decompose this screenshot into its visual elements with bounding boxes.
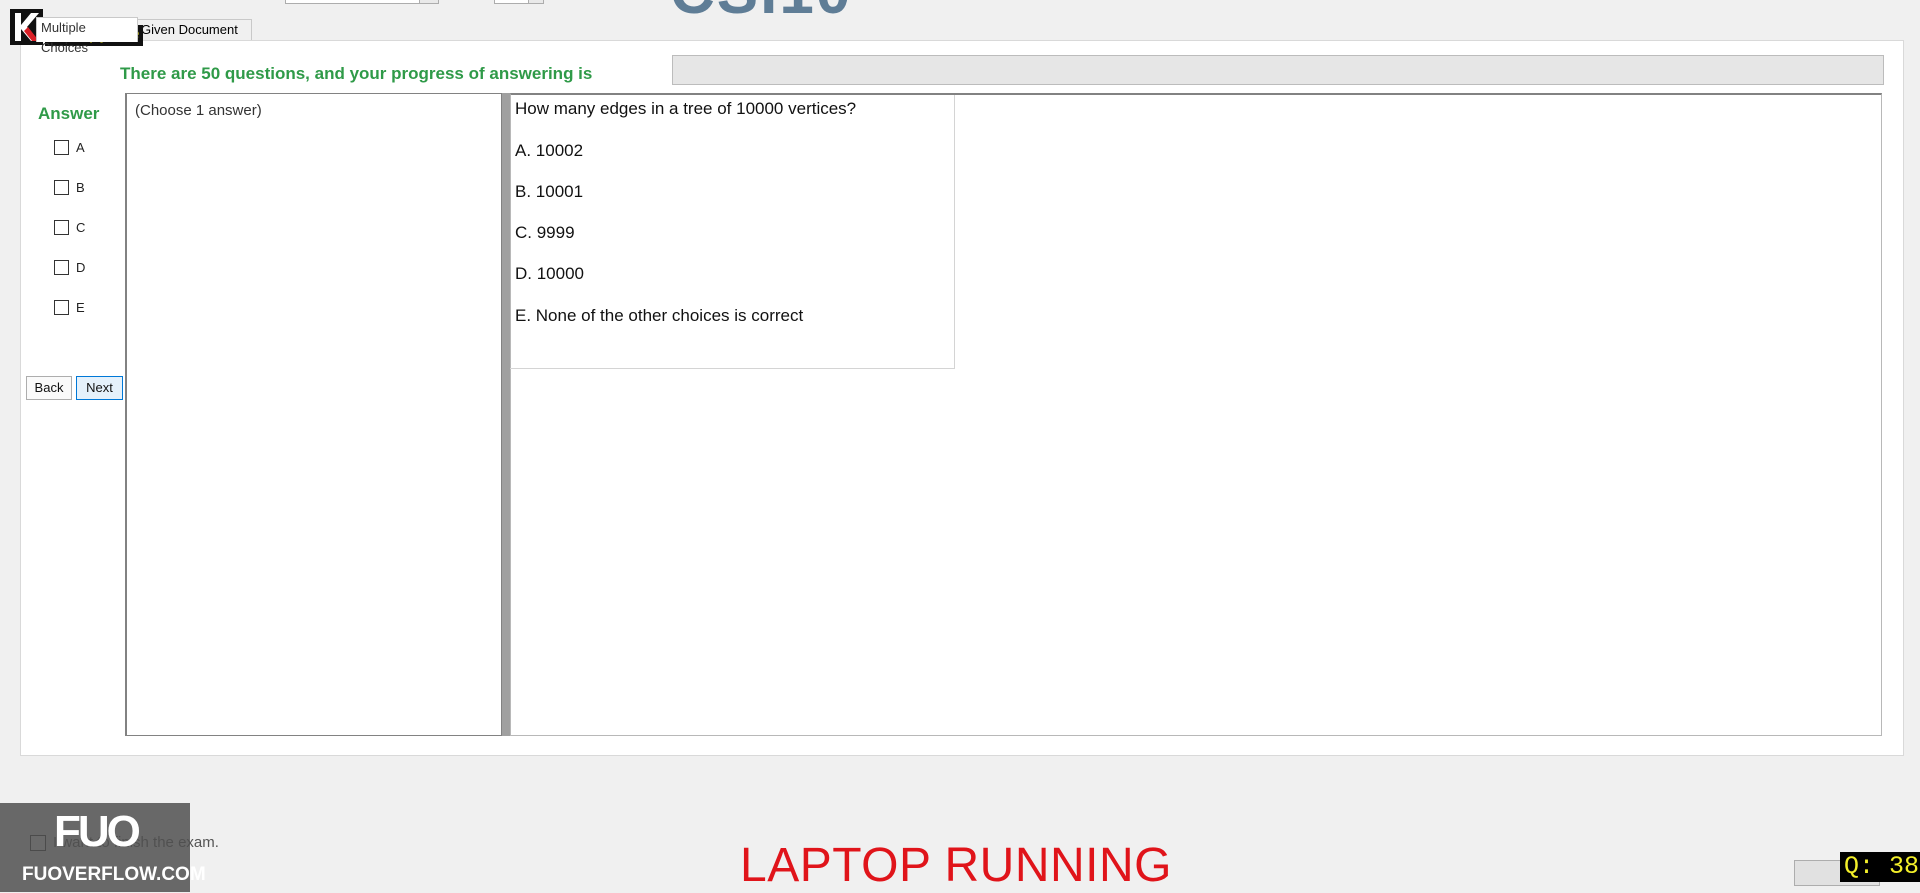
tab-given-document[interactable]: Given Document xyxy=(136,19,252,41)
back-button[interactable]: Back xyxy=(26,376,72,400)
progress-label: There are 50 questions, and your progres… xyxy=(120,64,593,83)
question-box xyxy=(510,95,955,369)
answer-option-label: D xyxy=(76,259,86,275)
answer-option-e[interactable]: E xyxy=(54,297,85,317)
checkbox-e[interactable] xyxy=(54,299,69,315)
answer-option-label: E xyxy=(76,299,85,315)
checkbox-b[interactable] xyxy=(54,179,69,195)
question-choice-d: D. 10000 xyxy=(515,264,584,283)
top-spin-box[interactable] xyxy=(494,0,544,4)
answer-option-c[interactable]: C xyxy=(54,217,85,237)
fuo-logo: FUO xyxy=(54,807,141,856)
question-text: How many edges in a tree of 10000 vertic… xyxy=(515,99,857,118)
answer-option-a[interactable]: A xyxy=(54,137,85,157)
status-banner: LAPTOP RUNNING xyxy=(740,839,1172,892)
question-choice-e: E. None of the other choices is correct xyxy=(515,306,804,325)
exam-title: CSI10 xyxy=(670,0,852,24)
progress-bar xyxy=(672,55,1884,85)
fuo-site-text: FUOVERFLOW.COM xyxy=(22,864,206,885)
answer-option-label: B xyxy=(76,179,85,195)
answer-option-d[interactable]: D xyxy=(54,257,85,277)
checkbox-d[interactable] xyxy=(54,259,69,275)
pane-splitter[interactable] xyxy=(502,93,510,736)
spin-arrow[interactable] xyxy=(528,0,543,3)
answer-option-label: A xyxy=(76,139,85,155)
checkbox-a[interactable] xyxy=(54,139,69,155)
answer-option-b[interactable]: B xyxy=(54,177,85,197)
next-button[interactable]: Next xyxy=(76,376,123,400)
question-counter: Q: 38 xyxy=(1840,852,1920,882)
checkbox-c[interactable] xyxy=(54,219,69,235)
question-choice-a: A. 10002 xyxy=(515,141,584,160)
choose-hint: (Choose 1 answer) xyxy=(135,102,262,119)
tab-multiple-choices[interactable]: Multiple Choices xyxy=(36,17,138,55)
question-choice-b: B. 10001 xyxy=(515,182,584,201)
answer-heading: Answer xyxy=(38,104,100,123)
question-choice-c: C. 9999 xyxy=(515,223,575,242)
choose-pane xyxy=(125,93,502,736)
combo-dropdown-arrow[interactable] xyxy=(419,0,438,3)
top-combo-box[interactable] xyxy=(285,0,439,4)
answer-option-label: C xyxy=(76,219,86,235)
